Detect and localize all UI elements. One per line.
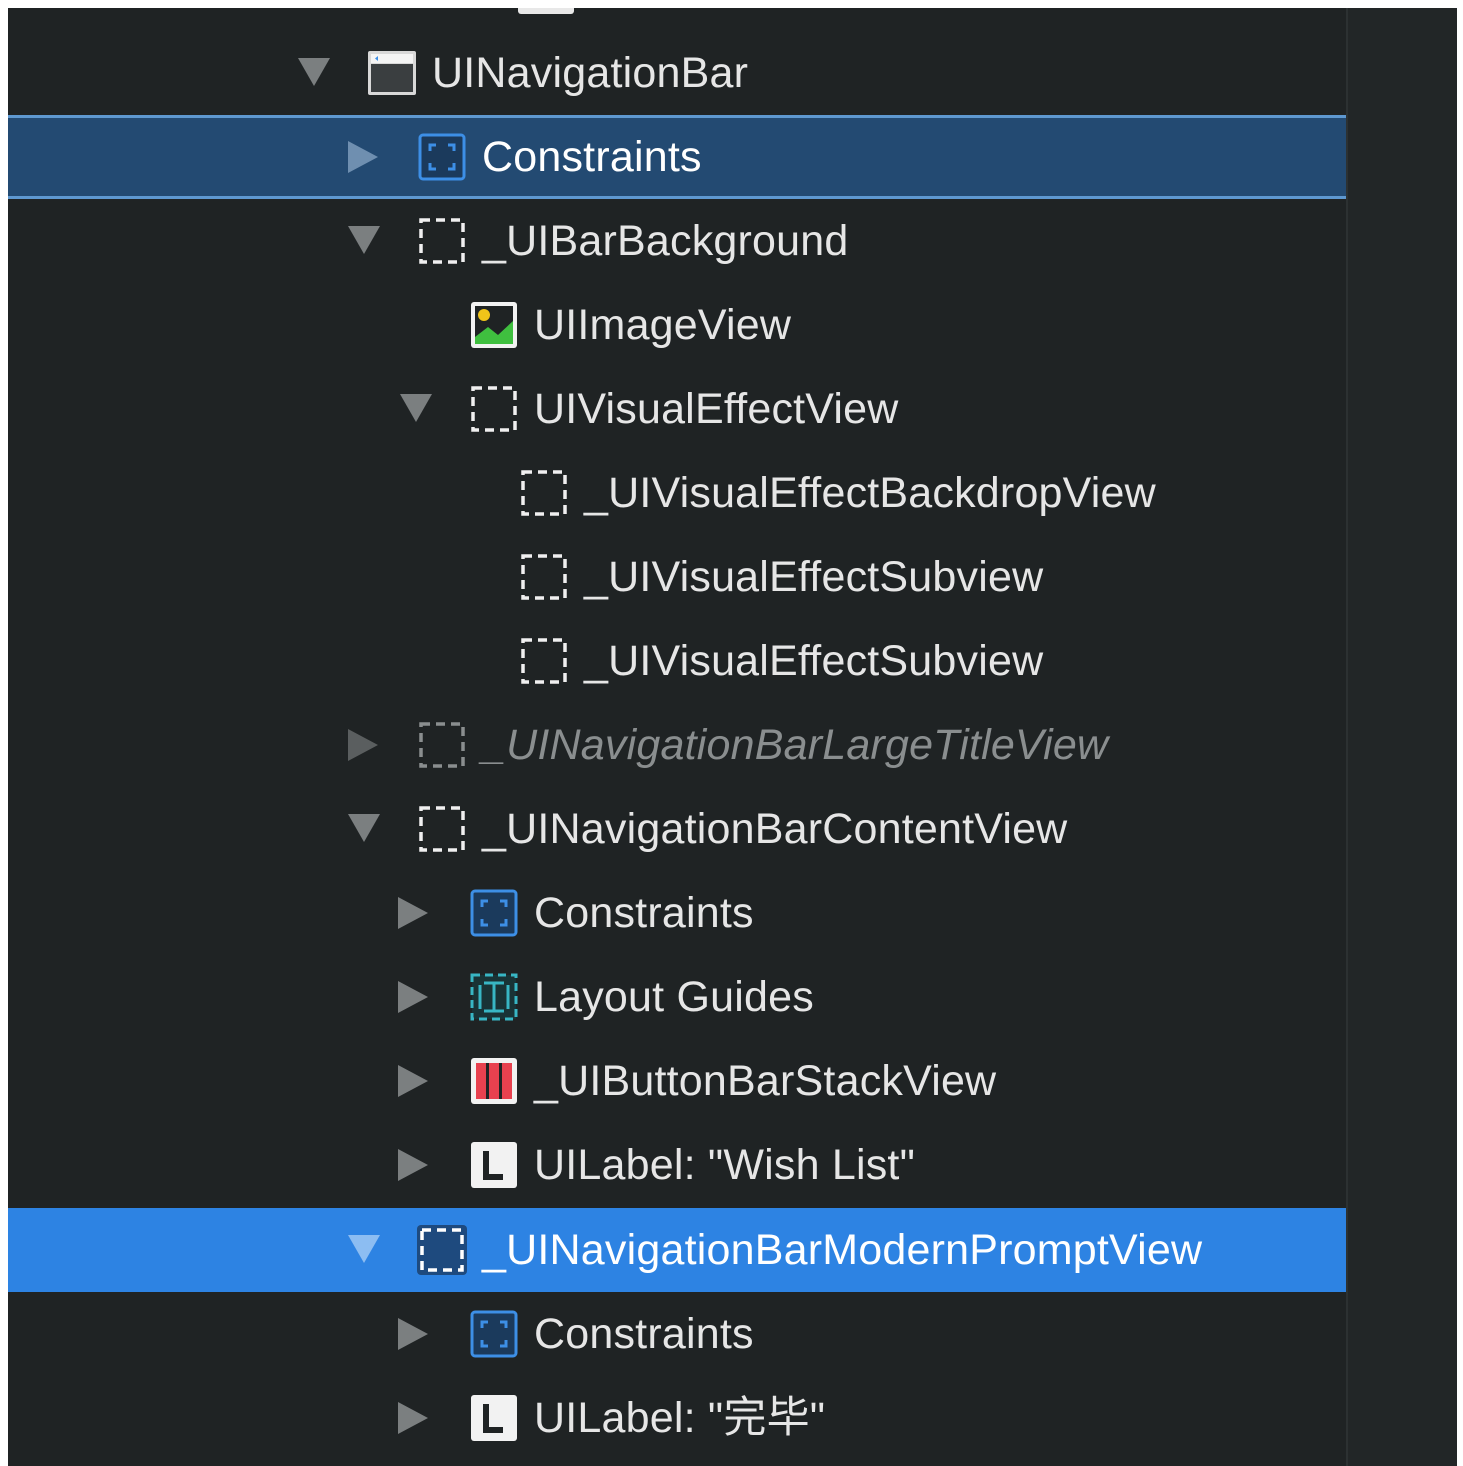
disclosure-triangle-collapsed[interactable] [398,1318,428,1350]
outline-row-uiimageview[interactable]: UIImageView [8,283,1346,367]
right-gutter [1346,8,1457,1466]
outline-row-uibarbackground[interactable]: _UIBarBackground [8,199,1346,283]
row-label: UINavigationBar [432,49,749,97]
navigation-bar-icon [366,47,418,99]
outline-row-uivisualeffectbackdropview[interactable]: _UIVisualEffectBackdropView [8,451,1346,535]
row-label: _UIVisualEffectSubview [584,637,1044,685]
row-label: UIImageView [534,301,792,349]
layout-guides-icon [468,971,520,1023]
view-icon [518,635,570,687]
row-label: _UINavigationBarLargeTitleView [482,721,1109,769]
disclosure-triangle-collapsed[interactable] [398,981,428,1013]
row-label: Constraints [534,1310,754,1358]
constraints-icon [416,131,468,183]
outline-row-uinavigationbarlargetitleview[interactable]: _UINavigationBarLargeTitleView [8,703,1346,787]
disclosure-triangle-collapsed[interactable] [348,141,378,173]
label-icon [468,1392,520,1444]
stack-view-icon [468,1055,520,1107]
view-icon [468,383,520,435]
view-icon [416,215,468,267]
disclosure-triangle-expanded[interactable] [348,226,380,254]
row-label: _UINavigationBarContentView [482,805,1068,853]
row-label: UILabel: "Wish List" [534,1141,916,1189]
outline-row-uibuttonbarstackview[interactable]: _UIButtonBarStackView [8,1039,1346,1123]
outline-row-uilabel-wish-list[interactable]: UILabel: "Wish List" [8,1123,1346,1207]
view-icon [416,719,468,771]
view-icon [416,803,468,855]
disclosure-triangle-collapsed[interactable] [348,729,378,761]
row-label: UIVisualEffectView [534,385,899,433]
row-label: Constraints [482,133,702,181]
disclosure-triangle-collapsed[interactable] [398,1149,428,1181]
view-icon [518,551,570,603]
disclosure-triangle-expanded[interactable] [348,814,380,842]
outline-row-uinavigationbarcontentview[interactable]: _UINavigationBarContentView [8,787,1346,871]
row-label: Layout Guides [534,973,814,1021]
outline-row-constraints[interactable]: Constraints [8,1292,1346,1376]
disclosure-triangle-expanded[interactable] [298,58,330,86]
outline-row-uivisualeffectsubview[interactable]: _UIVisualEffectSubview [8,619,1346,703]
row-label: _UIBarBackground [482,217,849,265]
constraints-icon [468,887,520,939]
disclosure-triangle-expanded[interactable] [348,1235,380,1263]
image-view-icon [468,299,520,351]
row-label: _UINavigationBarModernPromptView [482,1226,1203,1274]
outline-row-constraints[interactable]: Constraints [8,115,1346,199]
row-label: _UIVisualEffectSubview [584,553,1044,601]
outline-row-uinavigationbarmodernpromptview[interactable]: _UINavigationBarModernPromptView [8,1208,1346,1292]
row-label: Constraints [534,889,754,937]
view-icon [416,1224,468,1276]
outline-row-constraints[interactable]: Constraints [8,871,1346,955]
label-icon [468,1139,520,1191]
outline-row-uinavigationbar[interactable]: UINavigationBar [8,31,1346,115]
outline-row-layout-guides[interactable]: Layout Guides [8,955,1346,1039]
disclosure-triangle-collapsed[interactable] [398,897,428,929]
outline-row-uivisualeffectview[interactable]: UIVisualEffectView [8,367,1346,451]
disclosure-triangle-collapsed[interactable] [398,1402,428,1434]
outline-row-uilabel-done[interactable]: UILabel: "完毕" [8,1376,1346,1460]
row-fragment [518,8,574,14]
outline-row-uivisualeffectsubview[interactable]: _UIVisualEffectSubview [8,535,1346,619]
row-label: UILabel: "完毕" [534,1394,826,1442]
constraints-icon [468,1308,520,1360]
disclosure-triangle-collapsed[interactable] [398,1065,428,1097]
row-label: _UIButtonBarStackView [534,1057,997,1105]
view-icon [518,467,570,519]
disclosure-triangle-expanded[interactable] [400,394,432,422]
view-hierarchy-outline: UINavigationBar Constraints _UIBarBackgr… [8,8,1457,1466]
row-label: _UIVisualEffectBackdropView [584,469,1156,517]
